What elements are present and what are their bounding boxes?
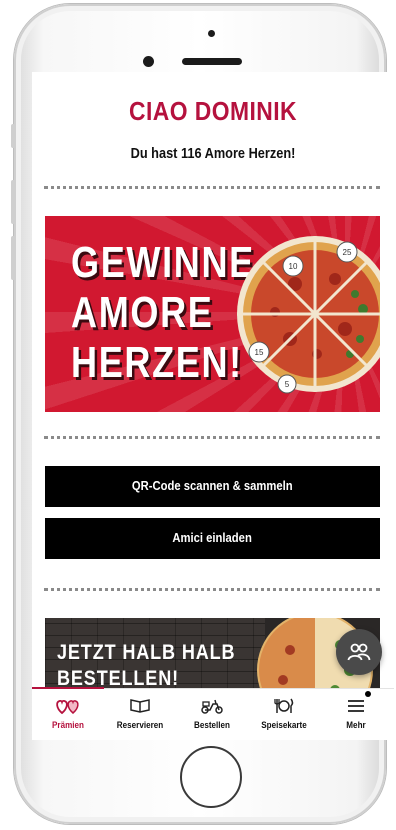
pizza-number-5: 5 bbox=[285, 380, 290, 389]
community-fab[interactable] bbox=[336, 629, 382, 675]
tab-mehr-label: Mehr bbox=[346, 720, 366, 730]
tab-praemien[interactable]: Prämien bbox=[32, 689, 104, 740]
promo-banner[interactable]: GEWINNE AMORE HERZEN! 10 25 15 5 bbox=[45, 216, 380, 412]
promo-headline: GEWINNE AMORE HERZEN! bbox=[71, 238, 255, 388]
invite-friends-button[interactable]: Amici einladen bbox=[45, 518, 380, 559]
points-summary: Du hast 116 Amore Herzen! bbox=[130, 146, 296, 162]
mute-switch bbox=[11, 124, 15, 148]
tab-praemien-label: Prämien bbox=[52, 720, 84, 730]
tab-reservieren-label: Reservieren bbox=[116, 720, 164, 730]
dotted-divider bbox=[44, 588, 380, 591]
tab-praemien-icon-wrap bbox=[32, 697, 104, 715]
half-half-headline: JETZT HALB HALB BESTELLEN! bbox=[57, 640, 235, 692]
menu-icon bbox=[348, 700, 364, 712]
dotted-divider bbox=[44, 436, 380, 439]
hearts-icon bbox=[56, 700, 79, 715]
volume-down-button bbox=[11, 236, 15, 280]
pizza-number-10: 10 bbox=[289, 262, 298, 271]
tab-bestellen[interactable]: Bestellen bbox=[176, 689, 248, 740]
scan-qr-button[interactable]: QR-Code scannen & sammeln bbox=[45, 466, 380, 507]
app-screen: CIAO DOMINIK Du hast 116 Amore Herzen! G… bbox=[32, 72, 394, 740]
invite-friends-label: Amici einladen bbox=[172, 531, 253, 545]
proximity-sensor bbox=[208, 30, 215, 37]
tab-mehr-icon-wrap bbox=[320, 697, 392, 715]
volume-up-button bbox=[11, 180, 15, 224]
home-button[interactable] bbox=[180, 746, 242, 808]
tab-mehr[interactable]: Mehr bbox=[320, 689, 392, 740]
tab-speisekarte[interactable]: Speisekarte bbox=[248, 689, 320, 740]
tab-reservieren-icon-wrap bbox=[104, 697, 176, 715]
tab-bestellen-label: Bestellen bbox=[193, 720, 231, 730]
half-half-line-1: JETZT HALB HALB bbox=[57, 641, 236, 664]
front-camera bbox=[143, 56, 154, 67]
tab-speisekarte-icon-wrap bbox=[248, 697, 320, 715]
people-icon bbox=[347, 643, 371, 661]
book-icon bbox=[130, 699, 150, 713]
pizza-number-15: 15 bbox=[255, 348, 264, 357]
tab-bestellen-icon-wrap bbox=[176, 697, 248, 715]
dotted-divider bbox=[44, 186, 380, 189]
earpiece-speaker bbox=[182, 58, 242, 65]
greeting-title: CIAO DOMINIK bbox=[129, 96, 297, 126]
promo-line-2: AMORE bbox=[71, 288, 214, 337]
tab-speisekarte-label: Speisekarte bbox=[261, 720, 307, 730]
promo-line-3: HERZEN! bbox=[71, 338, 243, 387]
scooter-icon bbox=[201, 699, 223, 714]
pizza-illustration: 10 25 15 5 bbox=[237, 236, 380, 394]
half-half-banner[interactable]: JETZT HALB HALB BESTELLEN! bbox=[45, 618, 380, 696]
pizza-number-25: 25 bbox=[343, 248, 352, 257]
tab-reservieren[interactable]: Reservieren bbox=[104, 689, 176, 740]
promo-line-1: GEWINNE bbox=[71, 238, 255, 287]
scan-qr-label: QR-Code scannen & sammeln bbox=[132, 479, 293, 493]
bottom-tab-bar: Prämien Reservieren Bestellen Speisekart… bbox=[32, 687, 394, 740]
cutlery-icon bbox=[274, 698, 294, 713]
